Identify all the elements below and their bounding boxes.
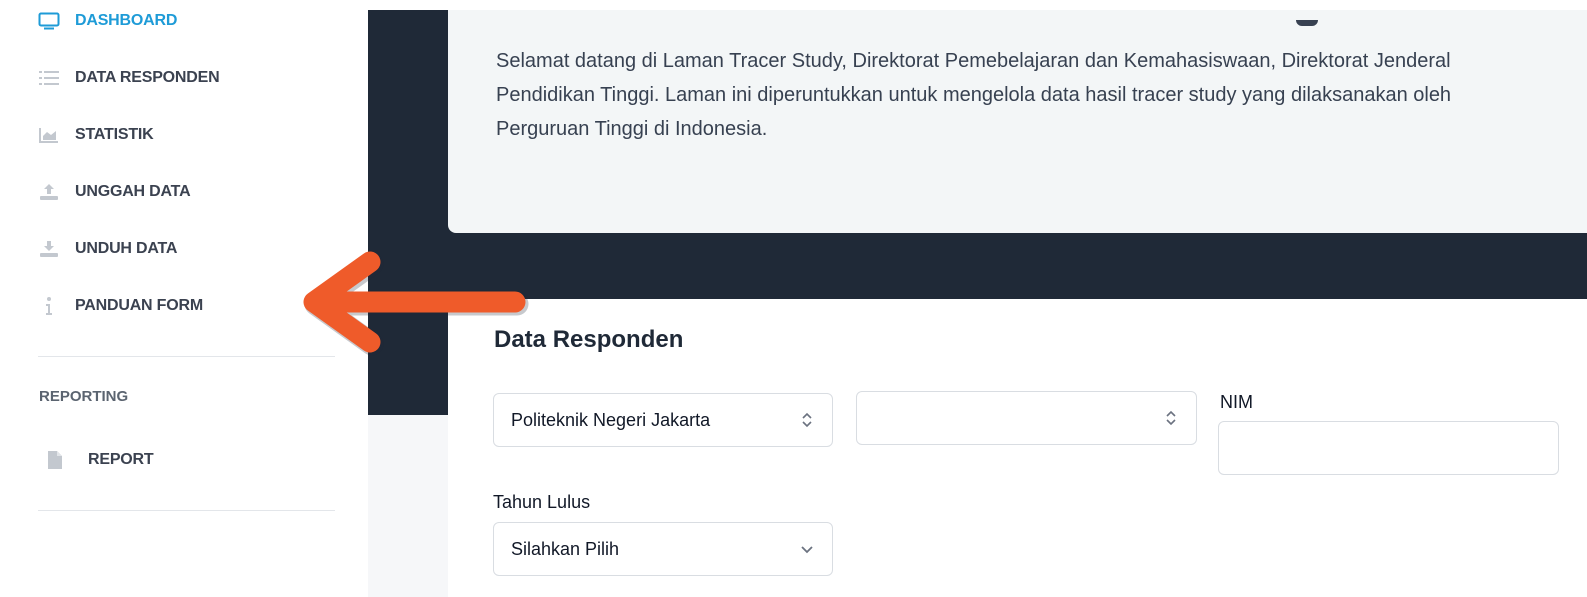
sidebar-item-label: PANDUAN FORM (75, 297, 203, 314)
chevron-down-icon (800, 540, 814, 558)
section-title-reporting: REPORTING (39, 388, 129, 405)
nim-input[interactable] (1218, 421, 1559, 475)
download-icon (38, 239, 60, 259)
monitor-icon (38, 11, 60, 31)
list-icon (38, 68, 60, 88)
sidebar-item-report[interactable]: REPORT (44, 447, 154, 473)
welcome-card: Selamat datang di Laman Tracer Study, Di… (448, 10, 1587, 233)
document-icon (44, 450, 66, 470)
sidebar-item-label: STATISTIK (75, 126, 154, 143)
sidebar-divider (38, 510, 335, 511)
content-gutter (368, 415, 448, 597)
sidebar-item-label: DASHBOARD (75, 12, 178, 29)
nim-label: NIM (1220, 392, 1253, 412)
sidebar-item-label: REPORT (88, 451, 154, 468)
chevron-updown-icon (1164, 409, 1178, 427)
welcome-text: Selamat datang di Laman Tracer Study, Di… (496, 50, 1452, 140)
tahun-lulus-label: Tahun Lulus (493, 492, 591, 512)
sidebar-item-statistik[interactable]: STATISTIK (38, 122, 154, 148)
sidebar-item-unggah-data[interactable]: UNGGAH DATA (38, 179, 191, 205)
tahun-lulus-select[interactable]: Silahkan Pilih (493, 522, 833, 576)
upload-icon (38, 182, 60, 202)
annotation-arrow-icon (303, 251, 529, 356)
area-chart-icon (38, 125, 60, 145)
sidebar-item-dashboard[interactable]: DASHBOARD (38, 8, 177, 34)
institution-select[interactable]: Politeknik Negeri Jakarta (493, 393, 833, 447)
sidebar-divider (38, 356, 335, 357)
chevron-updown-icon (800, 411, 814, 429)
institution-select-value: Politeknik Negeri Jakarta (511, 409, 711, 430)
sidebar-item-label: DATA RESPONDEN (75, 69, 220, 86)
sidebar-item-panduan-form[interactable]: PANDUAN FORM (38, 293, 203, 319)
program-select[interactable] (856, 391, 1197, 445)
avatar-edge (1296, 20, 1318, 26)
info-icon (38, 296, 60, 316)
sidebar-item-unduh-data[interactable]: UNDUH DATA (38, 236, 177, 262)
sidebar-item-data-responden[interactable]: DATA RESPONDEN (38, 65, 220, 91)
tahun-lulus-select-value: Silahkan Pilih (511, 538, 620, 559)
sidebar-item-label: UNGGAH DATA (75, 183, 191, 200)
sidebar-item-label: UNDUH DATA (75, 240, 178, 257)
